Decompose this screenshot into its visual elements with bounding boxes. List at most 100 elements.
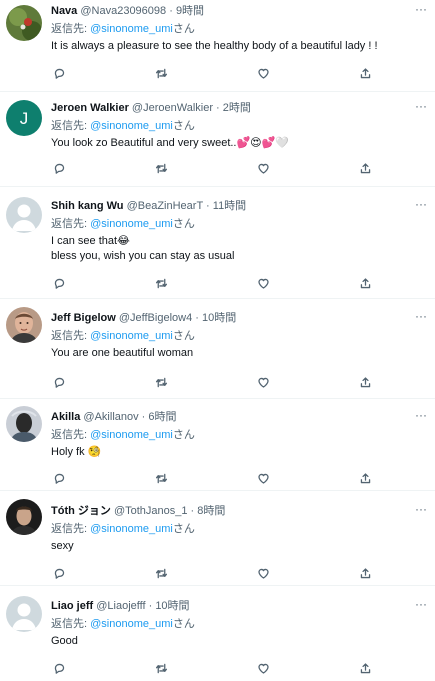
action-bar (51, 655, 373, 681)
timestamp[interactable]: 10時間 (155, 600, 189, 612)
like-icon[interactable] (255, 275, 271, 291)
tweet-text: Good (51, 634, 425, 649)
timestamp[interactable]: 11時間 (213, 200, 246, 212)
reply-tweet[interactable]: Tóth ジョン @TothJanos_1 · 8時間 ··· 返信先: @si… (0, 491, 435, 586)
reply-icon[interactable] (51, 660, 67, 676)
user-handle[interactable]: @Nava23096098 (80, 5, 166, 17)
timestamp[interactable]: 6時間 (148, 411, 176, 423)
action-bar (51, 270, 373, 296)
reply-icon[interactable] (51, 160, 67, 176)
tweet-header: Jeroen Walkier @JeroenWalkier · 2時間 (51, 96, 425, 115)
retweet-icon[interactable] (153, 470, 169, 486)
share-icon[interactable] (357, 374, 373, 390)
user-handle[interactable]: @Liaojefff (96, 600, 145, 612)
more-options-icon[interactable]: ··· (415, 99, 427, 113)
mention-link[interactable]: @sinonome_umi (90, 218, 173, 230)
reply-icon[interactable] (51, 374, 67, 390)
mention-link[interactable]: @sinonome_umi (90, 429, 173, 441)
more-options-icon[interactable]: ··· (415, 309, 427, 323)
avatar[interactable] (6, 596, 42, 632)
tweet-header: Tóth ジョン @TothJanos_1 · 8時間 (51, 495, 425, 518)
user-handle[interactable]: @Akillanov (83, 411, 138, 423)
reply-suffix: さん (172, 523, 195, 535)
retweet-icon[interactable] (153, 374, 169, 390)
reply-to-line: 返信先: @sinonome_umiさん (51, 22, 425, 36)
more-options-icon[interactable]: ··· (415, 197, 427, 211)
avatar[interactable] (6, 307, 42, 343)
retweet-icon[interactable] (153, 275, 169, 291)
like-icon[interactable] (255, 374, 271, 390)
reply-to-line: 返信先: @sinonome_umiさん (51, 119, 425, 133)
avatar[interactable] (6, 5, 42, 41)
mention-link[interactable]: @sinonome_umi (90, 330, 173, 342)
reply-tweet[interactable]: J Jeroen Walkier @JeroenWalkier · 2時間 ··… (0, 92, 435, 187)
mention-link[interactable]: @sinonome_umi (90, 618, 173, 630)
avatar[interactable] (6, 197, 42, 233)
reply-icon[interactable] (51, 275, 67, 291)
like-icon[interactable] (255, 65, 271, 81)
share-icon[interactable] (357, 565, 373, 581)
display-name[interactable]: Nava (51, 5, 77, 17)
reply-timeline: Nava @Nava23096098 · 9時間 ··· 返信先: @sinon… (0, 0, 435, 681)
user-handle[interactable]: @JeffBigelow4 (119, 312, 192, 324)
reply-tweet[interactable]: Shih kang Wu @BeaZinHearT · 11時間 ··· 返信先… (0, 187, 435, 299)
action-bar (51, 465, 373, 491)
mention-link[interactable]: @sinonome_umi (90, 23, 173, 35)
display-name[interactable]: Liao jeff (51, 600, 93, 612)
more-options-icon[interactable]: ··· (415, 2, 427, 16)
retweet-icon[interactable] (153, 565, 169, 581)
share-icon[interactable] (357, 65, 373, 81)
avatar[interactable]: J (6, 100, 42, 136)
like-icon[interactable] (255, 565, 271, 581)
share-icon[interactable] (357, 160, 373, 176)
more-options-icon[interactable]: ··· (415, 502, 427, 516)
reply-tweet[interactable]: Jeff Bigelow @JeffBigelow4 · 10時間 ··· 返信… (0, 299, 435, 399)
separator: · (145, 600, 156, 612)
reply-prefix: 返信先: (51, 218, 91, 230)
avatar[interactable] (6, 406, 42, 442)
share-icon[interactable] (357, 470, 373, 486)
like-icon[interactable] (255, 160, 271, 176)
reply-tweet[interactable]: Akilla @Akillanov · 6時間 ··· 返信先: @sinono… (0, 399, 435, 491)
display-name[interactable]: Akilla (51, 411, 80, 423)
tweet-text-line: sexy (51, 540, 74, 552)
reply-icon[interactable] (51, 565, 67, 581)
reply-icon[interactable] (51, 470, 67, 486)
retweet-icon[interactable] (153, 160, 169, 176)
tweet-text-line: bless you, wish you can stay as usual (51, 250, 235, 262)
mention-link[interactable]: @sinonome_umi (90, 120, 173, 132)
reply-tweet[interactable]: Nava @Nava23096098 · 9時間 ··· 返信先: @sinon… (0, 0, 435, 92)
reply-to-line: 返信先: @sinonome_umiさん (51, 522, 425, 536)
reply-suffix: さん (172, 429, 195, 441)
tweet-header: Nava @Nava23096098 · 9時間 (51, 4, 425, 18)
user-handle[interactable]: @JeroenWalkier (132, 102, 213, 114)
more-options-icon[interactable]: ··· (415, 597, 427, 611)
retweet-icon[interactable] (153, 660, 169, 676)
display-name[interactable]: Tóth ジョン (51, 505, 111, 517)
tweet-text: sexy (51, 539, 425, 554)
reply-tweet[interactable]: Liao jeff @Liaojefff · 10時間 ··· 返信先: @si… (0, 586, 435, 681)
reply-suffix: さん (172, 618, 195, 630)
reply-to-line: 返信先: @sinonome_umiさん (51, 617, 425, 631)
user-handle[interactable]: @TothJanos_1 (114, 505, 188, 517)
reply-prefix: 返信先: (51, 618, 91, 630)
share-icon[interactable] (357, 275, 373, 291)
mention-link[interactable]: @sinonome_umi (90, 523, 173, 535)
user-handle[interactable]: @BeaZinHearT (127, 200, 203, 212)
display-name[interactable]: Jeff Bigelow (51, 312, 116, 324)
timestamp[interactable]: 10時間 (202, 312, 236, 324)
share-icon[interactable] (357, 660, 373, 676)
timestamp[interactable]: 9時間 (176, 5, 204, 17)
like-icon[interactable] (255, 660, 271, 676)
timestamp[interactable]: 2時間 (223, 102, 251, 114)
avatar[interactable] (6, 499, 42, 535)
reply-icon[interactable] (51, 65, 67, 81)
separator: · (202, 200, 213, 212)
display-name[interactable]: Jeroen Walkier (51, 102, 129, 114)
display-name[interactable]: Shih kang Wu (51, 200, 124, 212)
like-icon[interactable] (255, 470, 271, 486)
reply-to-line: 返信先: @sinonome_umiさん (51, 217, 425, 231)
retweet-icon[interactable] (153, 65, 169, 81)
more-options-icon[interactable]: ··· (415, 408, 427, 422)
timestamp[interactable]: 8時間 (197, 505, 225, 517)
